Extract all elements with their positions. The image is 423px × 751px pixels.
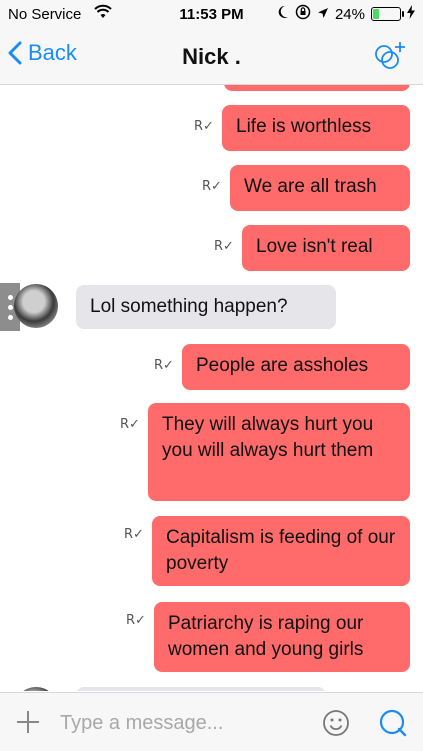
message-bubble: Love isn't real — [242, 225, 410, 271]
send-button[interactable] — [378, 708, 408, 743]
chat-bubble-icon — [379, 709, 407, 737]
message-text: People are assholes — [196, 355, 369, 376]
status-right: 24% — [277, 4, 415, 24]
message-text: Lol something happen? — [90, 296, 288, 317]
message-text: They will always hurt you you will alway… — [162, 414, 374, 461]
charging-icon — [407, 5, 415, 23]
message-text: Love isn't real — [256, 236, 373, 257]
add-group-icon — [375, 42, 405, 69]
message-bubble: We are all trash — [230, 165, 410, 211]
read-receipt-icon: R✓ — [214, 239, 234, 254]
message-text: Capitalism is feeding of our poverty — [166, 527, 396, 574]
plus-icon — [17, 711, 39, 733]
read-receipt-icon: R✓ — [120, 417, 140, 432]
message-bubble-incoming: Lol something happen? — [76, 285, 336, 329]
read-receipt-icon: R✓ — [202, 179, 222, 194]
orientation-lock-icon — [295, 4, 311, 24]
avatar[interactable] — [14, 687, 58, 691]
page-title: Nick . — [182, 44, 241, 69]
message-bubble: Capitalism is feeding of our poverty — [152, 516, 410, 586]
message-bubble: They will always hurt you you will alway… — [148, 403, 410, 501]
message-bubble-partial-incoming — [76, 687, 326, 691]
read-receipt-icon: R✓ — [126, 613, 146, 628]
nav-bar: Back Nick . — [0, 30, 423, 85]
message-list[interactable]: R✓ Life is worthless R✓ We are all trash… — [0, 85, 423, 691]
message-bubble: People are assholes — [182, 344, 410, 390]
battery-icon — [371, 7, 404, 21]
battery-percent: 24% — [334, 5, 365, 23]
message-input[interactable] — [58, 705, 312, 741]
moon-icon — [277, 5, 289, 23]
message-text: Life is worthless — [236, 116, 372, 137]
message-text: Patriarchy is raping our women and young… — [168, 613, 364, 660]
message-bubble: Life is worthless — [222, 105, 410, 151]
emoji-button[interactable] — [322, 709, 350, 742]
location-icon — [317, 6, 329, 23]
message-bubble: Patriarchy is raping our women and young… — [154, 602, 410, 672]
read-receipt-icon: R✓ — [194, 119, 214, 134]
add-participant-button[interactable] — [373, 40, 409, 77]
status-bar: No Service 11:53 PM 24% — [0, 0, 423, 30]
read-receipt-icon: R✓ — [154, 358, 174, 373]
message-text: We are all trash — [244, 176, 377, 197]
avatar[interactable] — [14, 284, 58, 328]
message-bubble-partial — [224, 85, 410, 91]
add-attachment-button[interactable] — [14, 708, 42, 741]
read-receipt-icon: R✓ — [124, 527, 144, 542]
compose-bar — [0, 692, 423, 751]
smiley-icon — [323, 710, 349, 736]
